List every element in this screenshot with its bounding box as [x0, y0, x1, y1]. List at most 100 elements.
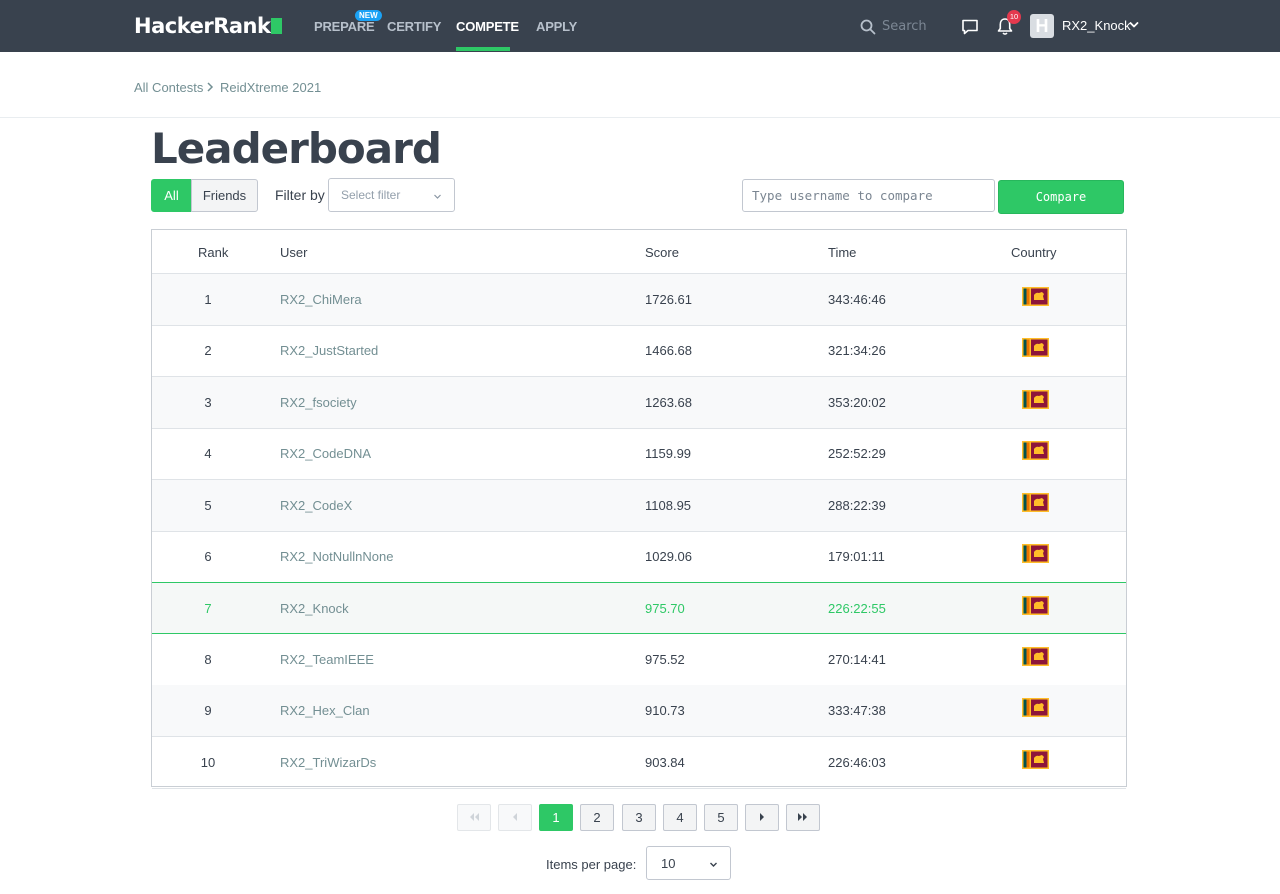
username-label[interactable]: RX2_Knock	[1062, 18, 1131, 33]
table-row[interactable]: 3 RX2_fsociety 1263.68 353:20:02	[152, 376, 1126, 429]
search-input[interactable]	[882, 16, 942, 36]
score-cell: 1159.99	[645, 446, 692, 462]
sri-lanka-flag-icon	[1022, 389, 1049, 409]
user-link[interactable]: RX2_Knock	[280, 601, 349, 616]
sri-lanka-flag-icon	[1022, 646, 1049, 666]
chat-icon[interactable]	[961, 18, 979, 36]
rank-cell: 3	[204, 394, 212, 410]
rank-cell: 2	[204, 343, 212, 359]
rank-cell: 8	[204, 651, 212, 667]
sri-lanka-flag-icon	[1022, 338, 1049, 358]
time-cell: 353:20:02	[828, 394, 886, 410]
nav-certify[interactable]: CERTIFY	[387, 19, 441, 34]
table-row[interactable]: 9 RX2_Hex_Clan 910.73 333:47:38	[152, 685, 1126, 738]
breadcrumb-all-contests[interactable]: All Contests	[134, 80, 203, 95]
next-page-button[interactable]	[745, 804, 779, 831]
header-time[interactable]: Time	[828, 245, 856, 260]
table-row[interactable]: 1 RX2_ChiMera 1726.61 343:46:46	[152, 274, 1126, 326]
sri-lanka-flag-icon	[1022, 287, 1049, 306]
search-icon[interactable]	[860, 19, 876, 35]
page-1-button[interactable]: 1	[539, 804, 573, 831]
table-row[interactable]: 4 RX2_CodeDNA 1159.99 252:52:29	[152, 428, 1126, 481]
table-row[interactable]: 7 RX2_Knock 975.70 226:22:55	[152, 582, 1126, 635]
all-button[interactable]: All	[151, 179, 192, 212]
score-cell: 975.52	[645, 651, 685, 667]
user-link[interactable]: RX2_JustStarted	[280, 343, 378, 358]
user-link[interactable]: RX2_CodeDNA	[280, 446, 371, 461]
chevron-right-icon	[207, 82, 214, 92]
header-rank[interactable]: Rank	[198, 245, 228, 260]
user-link[interactable]: RX2_fsociety	[280, 395, 357, 410]
chevron-right-icon	[760, 813, 764, 821]
header-user[interactable]: User	[280, 245, 307, 260]
user-link[interactable]: RX2_TeamIEEE	[280, 652, 374, 667]
first-page-button[interactable]	[457, 804, 491, 831]
score-cell: 910.73	[645, 703, 685, 719]
items-per-page-select[interactable]: 10	[646, 846, 731, 880]
page-4-button[interactable]: 4	[663, 804, 697, 831]
nav-compete[interactable]: COMPETE	[456, 19, 519, 34]
score-cell: 903.84	[645, 754, 685, 770]
friends-button[interactable]: Friends	[191, 179, 258, 212]
new-badge: NEW	[355, 10, 382, 21]
compare-username-input[interactable]	[742, 179, 995, 212]
user-link[interactable]: RX2_Hex_Clan	[280, 703, 370, 718]
nav-apply[interactable]: APPLY	[536, 19, 577, 34]
chevron-down-icon	[710, 862, 717, 867]
user-link[interactable]: RX2_ChiMera	[280, 292, 362, 307]
table-header: Rank User Score Time Country	[152, 230, 1126, 274]
filter-select[interactable]: Select filter	[328, 178, 455, 212]
double-chevron-right-icon	[798, 813, 807, 821]
user-link[interactable]: RX2_NotNullnNone	[280, 549, 393, 564]
prev-page-button[interactable]	[498, 804, 532, 831]
time-cell: 343:46:46	[828, 292, 886, 307]
time-cell: 321:34:26	[828, 343, 886, 359]
hackerrank-logo[interactable]: HackerRank	[134, 14, 283, 38]
rank-cell: 5	[204, 497, 212, 513]
table-row[interactable]: 10 RX2_TriWizarDs 903.84 226:46:03	[152, 737, 1126, 789]
user-link[interactable]: RX2_TriWizarDs	[280, 755, 376, 770]
filter-label: Filter by	[275, 187, 325, 203]
time-cell: 179:01:11	[828, 549, 885, 564]
page-title: Leaderboard	[151, 124, 442, 173]
score-cell: 1108.95	[645, 497, 692, 513]
compare-button[interactable]: Compare	[998, 180, 1124, 214]
header-score[interactable]: Score	[645, 245, 679, 260]
page-5-button[interactable]: 5	[704, 804, 738, 831]
nav-prepare[interactable]: PREPARE	[314, 19, 375, 34]
score-cell: 1466.68	[645, 343, 692, 359]
rank-cell: 10	[200, 754, 216, 770]
sri-lanka-flag-icon	[1022, 596, 1049, 616]
table-row[interactable]: 8 RX2_TeamIEEE 975.52 270:14:41	[152, 634, 1126, 686]
score-cell: 1263.68	[645, 394, 692, 410]
sri-lanka-flag-icon	[1022, 544, 1049, 563]
avatar[interactable]: H	[1030, 14, 1054, 38]
chevron-down-icon[interactable]	[1129, 20, 1139, 30]
user-link[interactable]: RX2_CodeX	[280, 498, 352, 513]
breadcrumb-contest[interactable]: ReidXtreme 2021	[220, 80, 321, 95]
table-row[interactable]: 2 RX2_JustStarted 1466.68 321:34:26	[152, 325, 1126, 378]
last-page-button[interactable]	[786, 804, 820, 831]
table-row[interactable]: 5 RX2_CodeX 1108.95 288:22:39	[152, 479, 1126, 532]
chevron-down-icon	[434, 194, 441, 199]
filter-select-placeholder: Select filter	[341, 188, 401, 202]
time-cell: 226:22:55	[828, 601, 886, 617]
items-per-page-label: Items per page:	[546, 857, 637, 872]
rank-cell: 7	[204, 601, 212, 617]
rank-cell: 4	[204, 446, 212, 462]
score-cell: 1726.61	[645, 292, 692, 307]
notification-count-badge: 10	[1007, 10, 1021, 24]
score-cell: 1029.06	[645, 549, 692, 564]
header-country: Country	[1011, 245, 1057, 260]
rank-cell: 9	[204, 703, 212, 719]
items-per-page-value: 10	[661, 856, 676, 871]
sri-lanka-flag-icon	[1022, 698, 1049, 718]
time-cell: 288:22:39	[828, 497, 886, 513]
sri-lanka-flag-icon	[1022, 492, 1049, 512]
page-3-button[interactable]: 3	[622, 804, 656, 831]
table-row[interactable]: 6 RX2_NotNullnNone 1029.06 179:01:11	[152, 531, 1126, 583]
sri-lanka-flag-icon	[1022, 441, 1049, 461]
page-2-button[interactable]: 2	[580, 804, 614, 831]
rank-cell: 1	[204, 292, 212, 307]
rank-cell: 6	[204, 549, 212, 564]
